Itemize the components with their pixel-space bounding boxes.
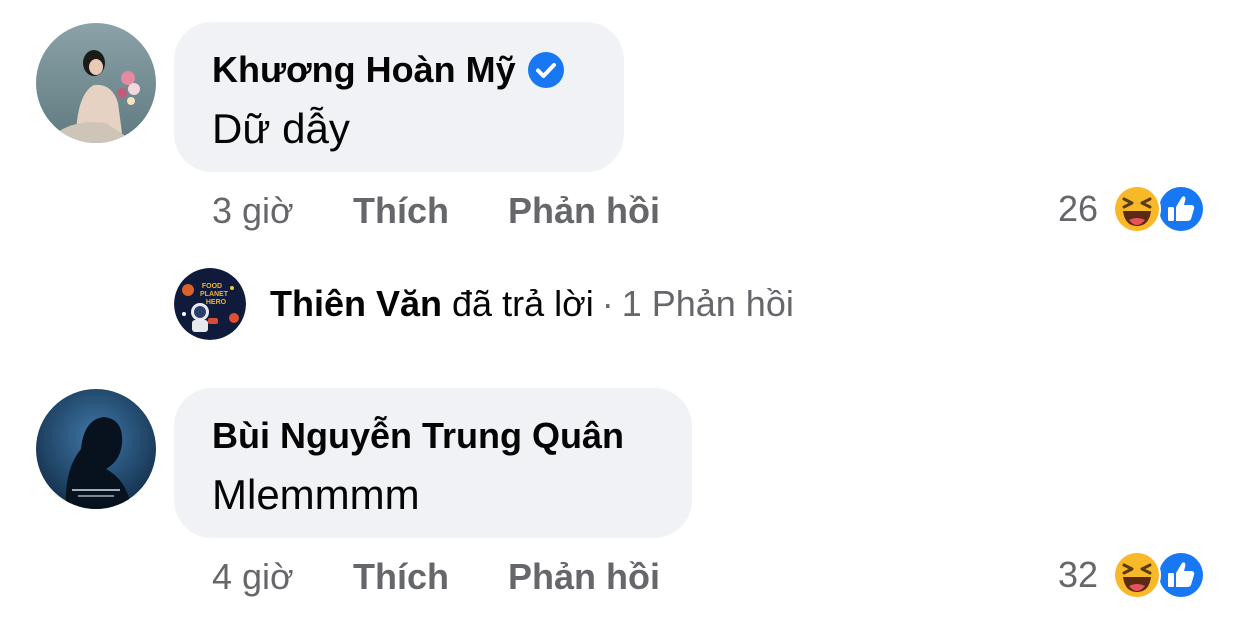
- comment-text: Mlemmmm: [212, 471, 420, 518]
- comment-bubble: Khương Hoàn Mỹ Dữ dẫy: [174, 22, 624, 172]
- avatar-logo-text: PLANET: [200, 291, 229, 298]
- reply-button[interactable]: Phản hồi: [508, 190, 660, 232]
- comment-time[interactable]: 4 giờ: [212, 556, 353, 598]
- comment-actions: 4 giờ Thích Phản hồi: [212, 552, 660, 602]
- avatar[interactable]: FOOD PLANET HERO: [174, 268, 246, 340]
- reply-count[interactable]: 1 Phản hồi: [622, 283, 794, 325]
- separator-dot: ·: [601, 283, 614, 324]
- comment-text: Dữ dẫy: [212, 105, 350, 152]
- reply-button[interactable]: Phản hồi: [508, 556, 660, 598]
- reaction-count: 32: [1057, 554, 1098, 595]
- reaction-summary[interactable]: 26: [1058, 184, 1206, 234]
- like-icon: [1157, 185, 1205, 233]
- comment-author-row: Khương Hoàn Mỹ: [212, 48, 564, 92]
- haha-icon: [1113, 185, 1161, 233]
- comment-time[interactable]: 3 giờ: [212, 190, 353, 232]
- reaction-summary[interactable]: 32: [1058, 550, 1206, 600]
- like-icon: [1157, 551, 1205, 599]
- avatar[interactable]: [36, 389, 156, 509]
- like-button[interactable]: Thích: [353, 556, 508, 598]
- reply-verb: đã trả lời: [452, 283, 594, 324]
- reaction-count: 26: [1057, 188, 1098, 229]
- verified-badge-icon: [527, 52, 564, 88]
- comment-author-row: Bùi Nguyễn Trung Quân: [212, 414, 624, 458]
- reply-thread-summary[interactable]: FOOD PLANET HERO Thiên Văn đã trả lời · …: [174, 268, 794, 340]
- like-button[interactable]: Thích: [353, 190, 508, 232]
- comment-actions: 3 giờ Thích Phản hồi: [212, 186, 660, 236]
- avatar-logo-text: FOOD: [202, 283, 222, 290]
- comment-author[interactable]: Bùi Nguyễn Trung Quân: [212, 414, 624, 458]
- reply-author[interactable]: Thiên Văn: [270, 283, 442, 325]
- haha-icon: [1113, 551, 1161, 599]
- comment-author[interactable]: Khương Hoàn Mỹ: [212, 48, 516, 92]
- comment-bubble: Bùi Nguyễn Trung Quân Mlemmmm: [174, 388, 692, 538]
- avatar[interactable]: [36, 23, 156, 143]
- avatar-logo-text: HERO: [206, 299, 227, 306]
